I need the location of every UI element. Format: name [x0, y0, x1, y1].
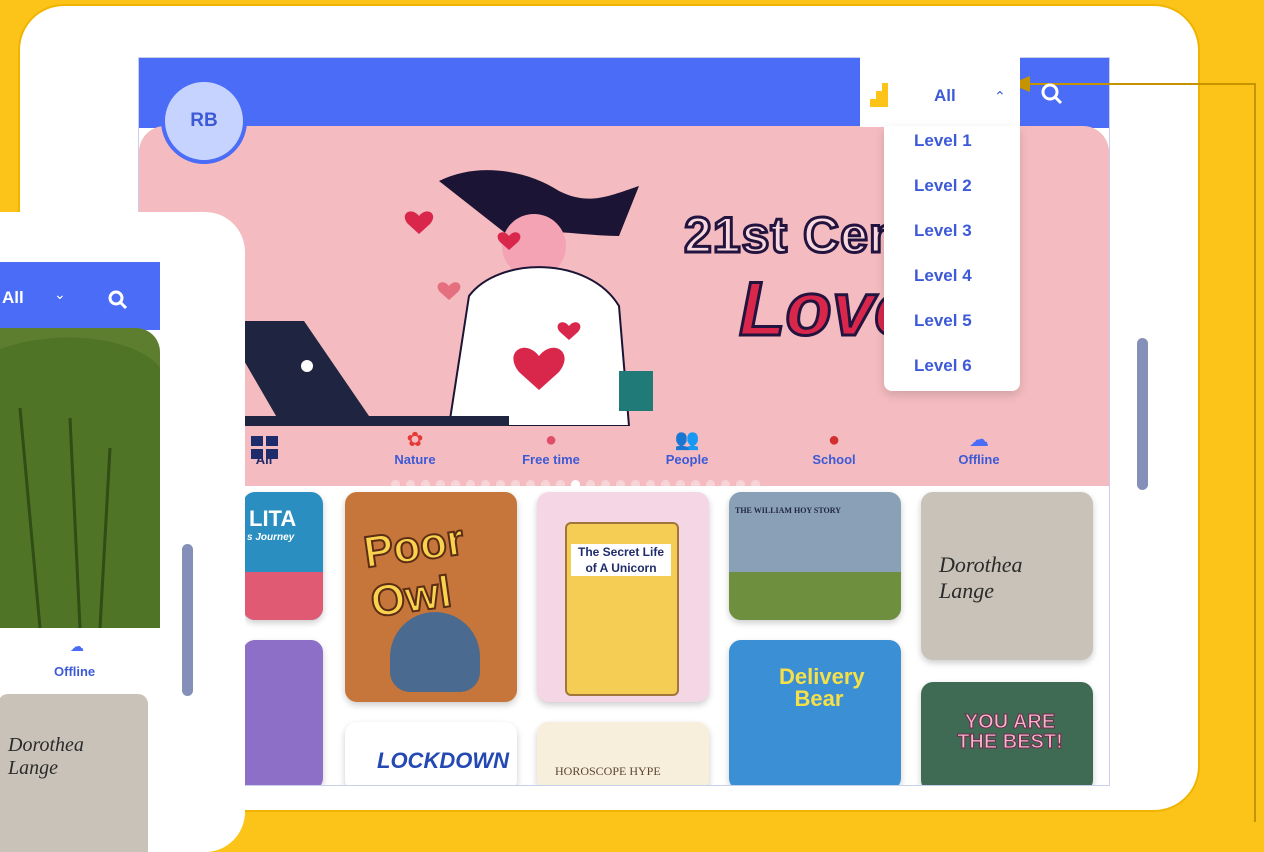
carousel-dot[interactable] [451, 480, 460, 486]
level-option-3[interactable]: Level 3 [884, 216, 1020, 261]
secondary-banner[interactable] [0, 328, 160, 628]
banner-title-line1: 21st Cent [682, 206, 919, 265]
chevron-up-icon[interactable]: ⌄ [994, 87, 1006, 104]
book-title: The Secret Life of A Unicorn [571, 544, 671, 576]
scrollbar[interactable] [182, 544, 193, 696]
level-option-4[interactable]: Level 4 [884, 261, 1020, 306]
book-card[interactable]: The Secret Life of A Unicorn [537, 492, 709, 702]
level-filter-menu: Level 1 Level 2 Level 3 Level 4 Level 5 … [884, 126, 1020, 391]
book-title: THE WILLIAM HOY STORY [735, 506, 842, 515]
carousel-dot[interactable] [511, 480, 520, 486]
apple-icon: ● [827, 429, 841, 451]
category-label: Nature [394, 452, 436, 467]
carousel-dot[interactable] [391, 480, 400, 486]
book-card[interactable]: Poor Owl [345, 492, 517, 702]
ball-icon: ● [544, 429, 558, 451]
book-title: YOU ARE THE BEST! [957, 711, 1064, 753]
chevron-down-icon[interactable]: ⌄ [54, 286, 66, 303]
level-option-2[interactable]: Level 2 [884, 171, 1020, 216]
book-title: LOCKDOWN [377, 748, 509, 773]
scrollbar[interactable] [1137, 338, 1148, 490]
carousel-dot[interactable] [616, 480, 625, 486]
secondary-book-card[interactable]: Dorothea Lange [0, 694, 148, 852]
carousel-dot[interactable] [481, 480, 490, 486]
book-card[interactable]: LOCKDOWN [345, 722, 517, 785]
carousel-dot[interactable] [646, 480, 655, 486]
carousel-dot[interactable] [496, 480, 505, 486]
category-label: Free time [522, 452, 580, 467]
carousel-dot[interactable] [706, 480, 715, 486]
book-card[interactable]: YOU ARE THE BEST! [921, 682, 1093, 785]
book-card[interactable]: Delivery Bear [729, 640, 901, 785]
book-title: Dorothea Lange [8, 734, 84, 779]
category-bar: All ✿ Nature ● Free time 👥 People ● Scho… [239, 428, 1099, 480]
carousel-dot[interactable] [751, 480, 760, 486]
cloud-off-icon: ☁ [969, 429, 989, 451]
category-people[interactable]: 👥 People [632, 428, 742, 467]
book-title: LITA [249, 506, 297, 531]
book-card[interactable]: LITA s Journey [243, 492, 323, 620]
cloud-off-icon: ☁ [70, 638, 84, 654]
book-title: Delivery Bear [779, 664, 865, 711]
book-title: Dorothea Lange [939, 552, 1023, 603]
carousel-dot[interactable] [631, 480, 640, 486]
level-option-6[interactable]: Level 6 [884, 351, 1020, 396]
book-title: Poor Owl [360, 514, 468, 628]
level-filter-dropdown[interactable]: All ⌄ [860, 57, 1020, 127]
avatar[interactable]: RB [161, 78, 247, 164]
search-icon[interactable] [1040, 82, 1064, 106]
carousel-dot[interactable] [736, 480, 745, 486]
carousel-dot[interactable] [526, 480, 535, 486]
category-label: School [812, 452, 856, 467]
category-label: Offline [958, 452, 1000, 467]
category-free-time[interactable]: ● Free time [496, 428, 606, 467]
search-icon[interactable] [108, 290, 128, 310]
secondary-top-bar [0, 262, 160, 330]
book-card[interactable]: THE WILLIAM HOY STORY [729, 492, 901, 620]
category-nature[interactable]: ✿ Nature [360, 428, 470, 467]
carousel-dot[interactable] [601, 480, 610, 486]
category-offline[interactable]: ☁ Offline [924, 428, 1034, 467]
carousel-dot[interactable] [436, 480, 445, 486]
secondary-filter-selected[interactable]: All [2, 288, 24, 308]
carousel-dot[interactable] [541, 480, 550, 486]
level-option-1[interactable]: Level 1 [884, 126, 1020, 171]
secondary-category-offline[interactable]: Offline [54, 664, 95, 679]
carousel-dot[interactable] [721, 480, 730, 486]
carousel-dot[interactable] [556, 480, 565, 486]
book-subtitle: s Journey [247, 532, 295, 543]
levels-icon [870, 83, 888, 107]
carousel-dot[interactable] [571, 480, 580, 486]
carousel-dot[interactable] [586, 480, 595, 486]
carousel-dot[interactable] [661, 480, 670, 486]
carousel-dot[interactable] [406, 480, 415, 486]
flower-icon: ✿ [406, 429, 424, 451]
category-label: People [665, 452, 709, 467]
carousel-dot[interactable] [421, 480, 430, 486]
carousel-dot[interactable] [676, 480, 685, 486]
category-school[interactable]: ● School [779, 428, 889, 467]
book-card[interactable]: HOROSCOPE HYPE [537, 722, 709, 785]
carousel-dot[interactable] [691, 480, 700, 486]
secondary-tablet-frame: All ⌄ ☁ Offline Dorothea Lange [0, 212, 245, 852]
people-icon: 👥 [674, 429, 700, 451]
owl-illustration [390, 612, 480, 692]
book-card[interactable] [243, 640, 323, 785]
carousel-dot[interactable] [466, 480, 475, 486]
book-title: HOROSCOPE HYPE [555, 764, 661, 778]
level-filter-selected: All [934, 86, 956, 105]
book-card[interactable]: Dorothea Lange [921, 492, 1093, 660]
carousel-dots[interactable] [391, 480, 760, 486]
level-option-5[interactable]: Level 5 [884, 306, 1020, 351]
